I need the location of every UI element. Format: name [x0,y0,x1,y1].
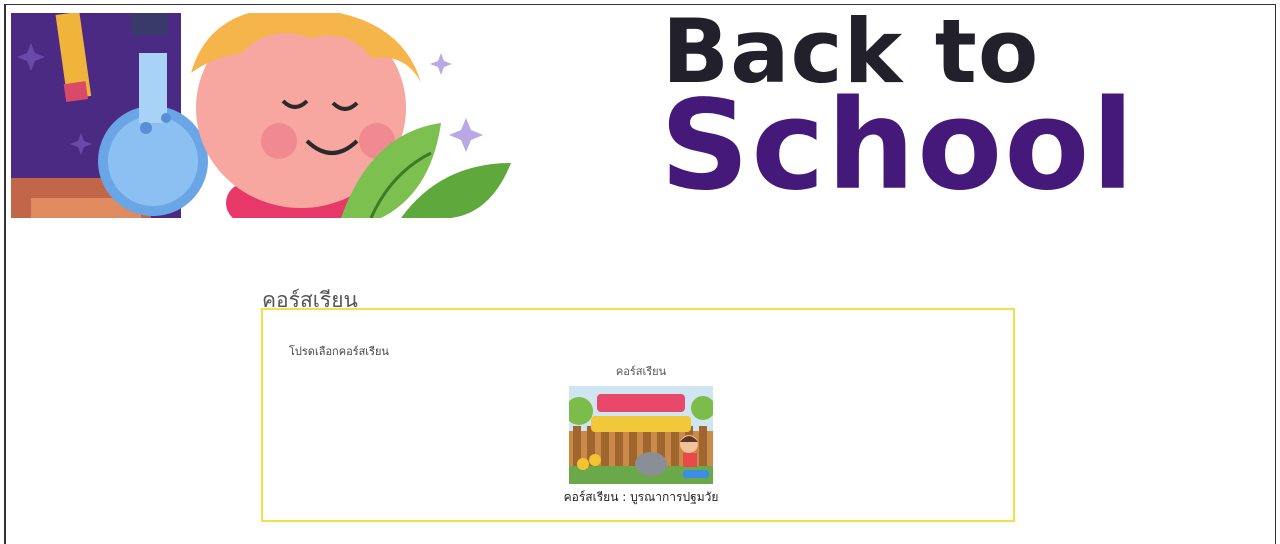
banner-illustration [11,13,511,218]
course-card-heading: คอร์สเรียน [615,365,667,378]
select-course-prompt: โปรดเลือกคอร์สเรียน [289,345,389,358]
course-thumbnail[interactable] [569,386,713,484]
course-card-caption[interactable]: คอร์สเรียน : บูรณาการปฐมวัย [553,488,729,507]
headline-school: School [660,74,1136,218]
course-card[interactable]: คอร์สเรียน คอร์สเรียน: บูรณาการปฐมวัย [553,362,729,507]
course-selection-box: โปรดเลือกคอร์สเรียน คอร์สเรียน คอร์สเรีย… [261,308,1015,522]
